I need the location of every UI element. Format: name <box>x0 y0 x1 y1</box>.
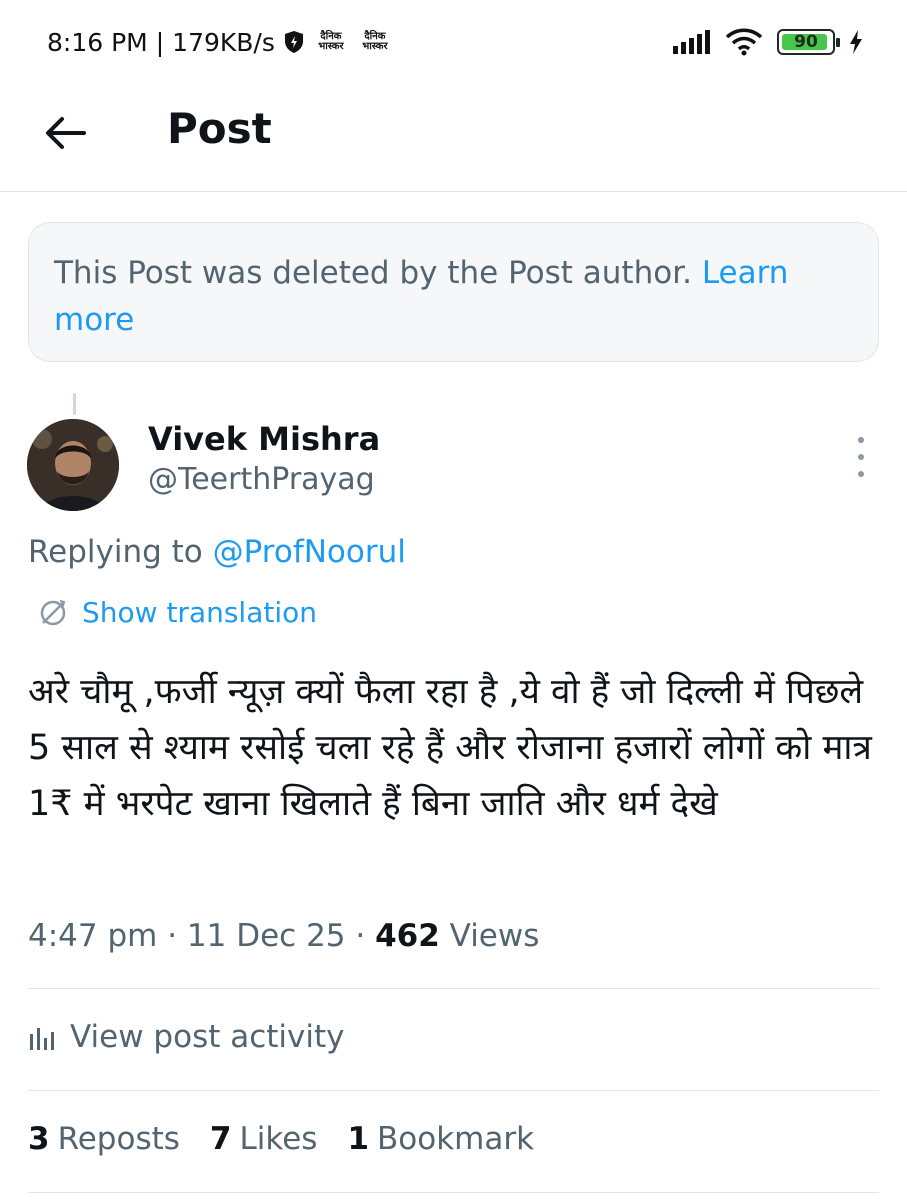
reposts-label: Reposts <box>57 1121 180 1157</box>
more-options-button[interactable] <box>848 437 874 477</box>
divider <box>28 1192 879 1193</box>
meta-separator: · <box>355 918 366 954</box>
reposts-count: 3 <box>28 1121 50 1157</box>
thread-connector <box>73 393 76 415</box>
bookmarks-stat[interactable]: 1 Bookmark <box>347 1121 534 1157</box>
network-speed: 179KB/s <box>172 27 275 57</box>
meta-separator: · <box>167 918 178 954</box>
more-dot-icon <box>858 471 864 477</box>
view-post-activity-label: View post activity <box>70 1019 345 1055</box>
back-button[interactable] <box>40 108 90 158</box>
views-count: 462 <box>375 918 440 954</box>
deleted-post-notice: This Post was deleted by the Post author… <box>28 222 879 362</box>
post-meta: 4:47 pm · 11 Dec 25 · 462 Views <box>28 918 539 954</box>
avatar-image <box>27 419 119 511</box>
status-separator: | <box>155 27 165 57</box>
show-translation-label: Show translation <box>82 596 318 629</box>
status-right: 90 <box>673 28 863 56</box>
status-left: 8:16 PM | 179KB/s दैनिक भास्कर दैनिक भास… <box>47 28 393 57</box>
author-handle[interactable]: @TeerthPrayag <box>148 462 375 497</box>
engagement-stats: 3 Reposts 7 Likes 1 Bookmark <box>28 1121 534 1157</box>
shield-icon <box>284 31 303 53</box>
status-time: 8:16 PM <box>47 27 148 57</box>
news-app-icon: दैनिक भास्कर <box>318 31 344 52</box>
page-title: Post <box>167 104 272 153</box>
divider <box>28 1090 879 1091</box>
deleted-notice-text: This Post was deleted by the Post author… <box>54 255 692 291</box>
reposts-stat[interactable]: 3 Reposts <box>28 1121 180 1157</box>
wifi-icon <box>725 28 763 56</box>
likes-stat[interactable]: 7 Likes <box>210 1121 318 1157</box>
bookmarks-count: 1 <box>347 1121 370 1157</box>
news-app-icon: दैनिक भास्कर <box>362 31 388 52</box>
analytics-icon <box>30 1028 54 1050</box>
replying-to: Replying to @ProfNoorul <box>28 534 406 570</box>
likes-count: 7 <box>209 1121 232 1157</box>
author-name[interactable]: Vivek Mishra <box>148 420 380 458</box>
arrow-left-icon <box>46 117 86 149</box>
more-dot-icon <box>858 437 864 443</box>
avatar[interactable] <box>27 419 119 511</box>
status-bar: 8:16 PM | 179KB/s दैनिक भास्कर दैनिक भास… <box>0 0 907 84</box>
more-dot-icon <box>858 454 864 460</box>
replying-prefix: Replying to <box>28 534 203 570</box>
bookmarks-label: Bookmark <box>377 1121 535 1157</box>
replying-handle-link[interactable]: @ProfNoorul <box>213 534 406 570</box>
battery-level: 90 <box>794 32 818 52</box>
post-date: 11 Dec 25 <box>186 918 346 954</box>
post-text: अरे चौमू ,फर्जी न्यूज़ क्यों फैला रहा है… <box>28 672 872 824</box>
view-post-activity-button[interactable]: View post activity <box>28 1019 345 1055</box>
divider <box>28 988 879 989</box>
post-time: 4:47 pm <box>28 918 158 954</box>
views-label: Views <box>449 918 540 954</box>
show-translation-button[interactable]: Show translation <box>38 596 317 629</box>
translate-icon <box>40 599 66 625</box>
signal-icon <box>673 30 710 54</box>
battery-icon: 90 <box>777 29 840 55</box>
charging-icon <box>850 30 862 54</box>
likes-label: Likes <box>239 1121 318 1157</box>
page-header: Post <box>0 84 907 192</box>
